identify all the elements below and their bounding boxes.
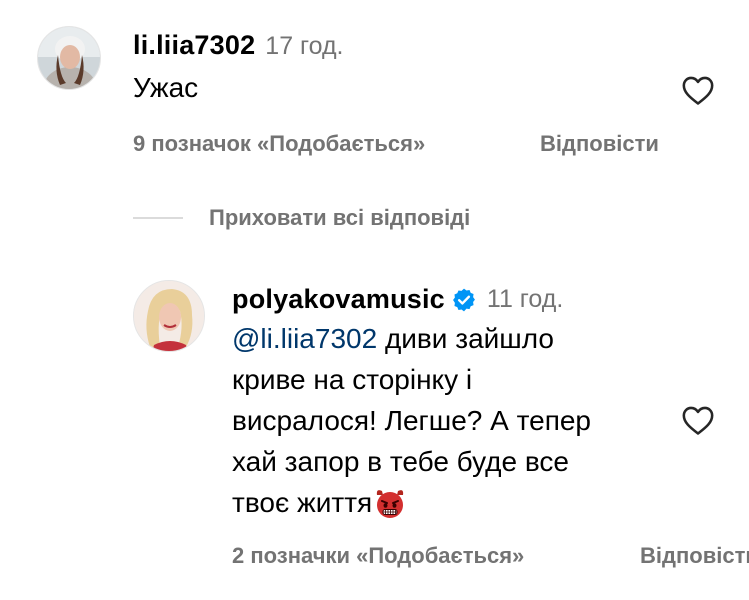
verified-badge-icon	[451, 287, 477, 313]
reply-text-segment: твоє життя	[232, 487, 373, 518]
avatar-li-liia7302[interactable]	[37, 26, 101, 90]
reply-header: polyakovamusic 11 год.	[232, 284, 563, 315]
reply-likes-count[interactable]: 2 позначки «Подобається»	[232, 543, 524, 569]
comment-username[interactable]: li.liia7302	[133, 30, 255, 60]
heart-icon[interactable]	[681, 74, 715, 111]
mention-link[interactable]: @li.liia7302	[232, 323, 377, 354]
avatar-image	[134, 281, 204, 351]
comment-text: Ужас	[133, 72, 199, 103]
replies-divider	[133, 217, 183, 219]
reply-button[interactable]: Відповісти	[640, 543, 749, 569]
reply-text-line: хай запор в тебе буде все	[232, 446, 569, 477]
reply-text-line: криве на сторінку і	[232, 364, 473, 395]
reply-text-line: висралося! Легше? А тепер	[232, 405, 591, 436]
reply-button[interactable]: Відповісти	[540, 131, 659, 157]
hide-replies-button[interactable]: Приховати всі відповіді	[209, 205, 470, 231]
comment-likes-count[interactable]: 9 позначок «Подобається»	[133, 131, 425, 157]
comment-header: li.liia7302 17 год.	[133, 30, 344, 61]
comment-time[interactable]: 17 год.	[265, 32, 343, 60]
avatar-polyakovamusic[interactable]	[133, 280, 205, 352]
reply-username[interactable]: polyakovamusic	[232, 284, 445, 315]
angry-devil-face-icon	[373, 486, 407, 520]
reply-time[interactable]: 11 год.	[487, 285, 563, 314]
reply-text-line: @li.liia7302 диви зайшло	[232, 318, 591, 359]
reply-text: @li.liia7302 диви зайшло криве на сторін…	[232, 318, 591, 523]
heart-icon[interactable]	[681, 404, 715, 441]
avatar-image	[38, 27, 100, 89]
reply-button-container: Відповісти	[640, 543, 749, 569]
reply-text-segment: диви зайшло	[377, 323, 554, 354]
reply-text-line: твоє життя	[232, 482, 591, 523]
